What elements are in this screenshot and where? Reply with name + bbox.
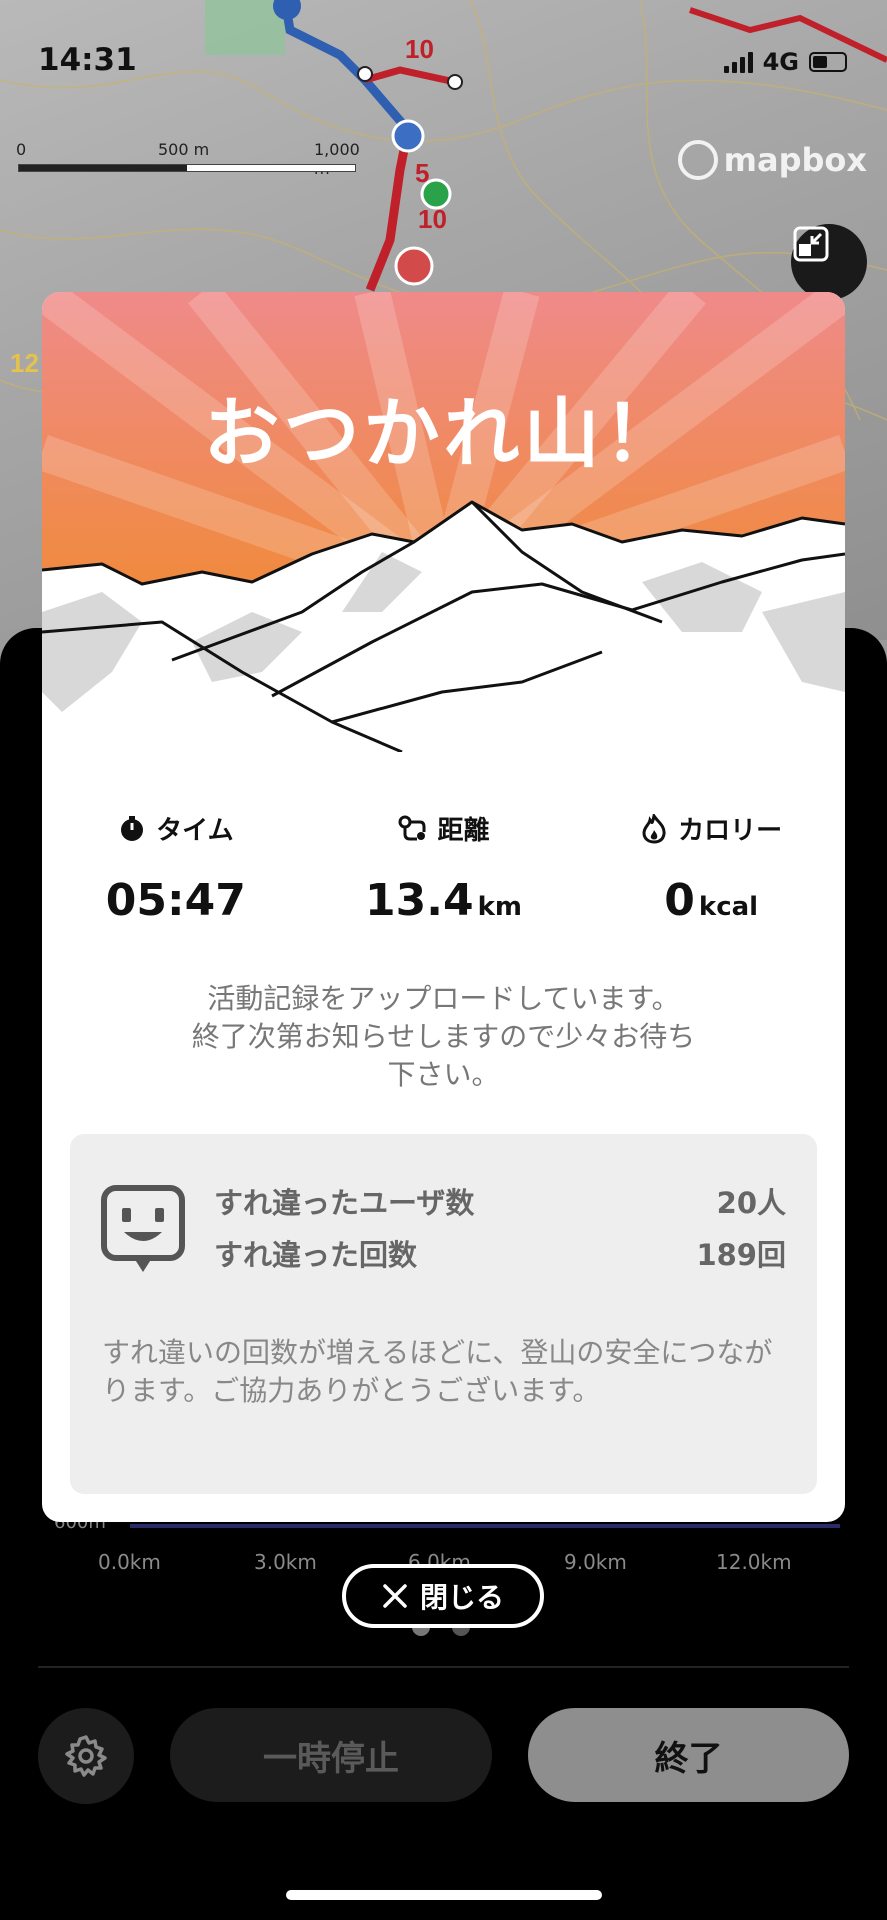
route-icon	[398, 815, 425, 840]
upload-message-line: 活動記録をアップロードしています。	[207, 982, 680, 1015]
upload-message-line: 終了次第お知らせしますので少々お待ち	[191, 1020, 696, 1053]
battery-icon	[809, 52, 847, 72]
mountain-illustration	[42, 292, 845, 752]
settings-button[interactable]	[38, 1708, 134, 1804]
end-button[interactable]: 終了	[528, 1708, 849, 1802]
elevation-x-label: 0.0km	[98, 1550, 161, 1574]
close-button-label: 閉じる	[419, 1581, 504, 1614]
stat-calories: カロリー 0 kcal	[577, 810, 845, 926]
elevation-x-label: 9.0km	[564, 1550, 627, 1574]
elevation-chart-line	[130, 1524, 840, 1528]
passing-users-value: 20人	[716, 1186, 786, 1220]
activity-stats: タイム 05:47 距離 13.4 km カロリー 0 kcal	[42, 810, 845, 926]
scale-label-1000: 1,000 m	[314, 140, 360, 178]
elevation-x-label: 12.0km	[716, 1550, 792, 1574]
passing-note: すれ違いの回数が増えるほどに、登山の安全につながります。ご協力ありがとうございま…	[102, 1336, 773, 1407]
stat-distance-unit: km	[477, 892, 522, 922]
summary-modal: おつかれ山！ タイム 05:47 距離 13.4 km カロリー 0 kcal …	[42, 292, 845, 1522]
close-button[interactable]: 閉じる	[342, 1564, 544, 1628]
passing-users-label: すれ違ったユーザ数	[214, 1186, 475, 1220]
passing-stats-card: すれ違ったユーザ数 20人 すれ違った回数 189回 すれ違いの回数が増えるほど…	[70, 1134, 817, 1494]
passing-users-row: すれ違ったユーザ数 20人	[214, 1180, 786, 1222]
stat-time-label: タイム	[156, 816, 234, 846]
status-indicators: 4G	[723, 48, 847, 76]
mapbox-wordmark: mapbox	[723, 141, 867, 179]
mapbox-mark-icon	[677, 140, 718, 180]
pause-button[interactable]: 一時停止	[170, 1708, 492, 1802]
stat-calories-value: 0	[664, 875, 695, 926]
svg-text:10: 10	[418, 204, 447, 234]
expand-icon	[793, 226, 829, 262]
scale-label-0: 0	[16, 140, 27, 159]
stat-distance-label: 距離	[437, 816, 490, 846]
stat-time: タイム 05:47	[42, 810, 310, 926]
stat-calories-label: カロリー	[678, 816, 783, 846]
map-expand-button[interactable]	[791, 224, 867, 300]
stat-calories-unit: kcal	[698, 892, 759, 922]
mapbox-logo: mapbox	[677, 140, 867, 180]
scale-label-500: 500 m	[158, 140, 210, 159]
home-indicator[interactable]	[286, 1890, 602, 1900]
svg-text:10: 10	[405, 34, 434, 64]
upload-message-line: 下さい。	[387, 1058, 500, 1091]
controls-divider	[38, 1666, 849, 1668]
status-time: 14:31	[38, 42, 137, 78]
stat-distance-value: 13.4	[365, 875, 474, 926]
passing-count-value: 189回	[696, 1238, 786, 1272]
svg-text:12: 12	[10, 348, 39, 378]
encounter-face-icon	[101, 1185, 185, 1272]
gear-icon	[65, 1735, 107, 1777]
passing-count-row: すれ違った回数 189回	[214, 1232, 786, 1274]
stat-time-value: 05:47	[105, 875, 246, 926]
passing-count-label: すれ違った回数	[214, 1238, 418, 1272]
svg-text:5: 5	[415, 158, 429, 188]
close-icon	[383, 1584, 407, 1608]
elevation-x-label: 3.0km	[254, 1550, 317, 1574]
flame-icon	[642, 813, 666, 844]
stat-distance: 距離 13.4 km	[310, 810, 578, 926]
timer-icon	[121, 815, 144, 841]
network-type: 4G	[762, 48, 799, 76]
signal-icon	[723, 51, 753, 73]
upload-message: 活動記録をアップロードしています。 終了次第お知らせしますので少々お待ち 下さい…	[132, 980, 755, 1094]
map-scale-bar: 0 500 m 1,000 m	[16, 140, 360, 178]
modal-title: おつかれ山！	[203, 389, 684, 478]
